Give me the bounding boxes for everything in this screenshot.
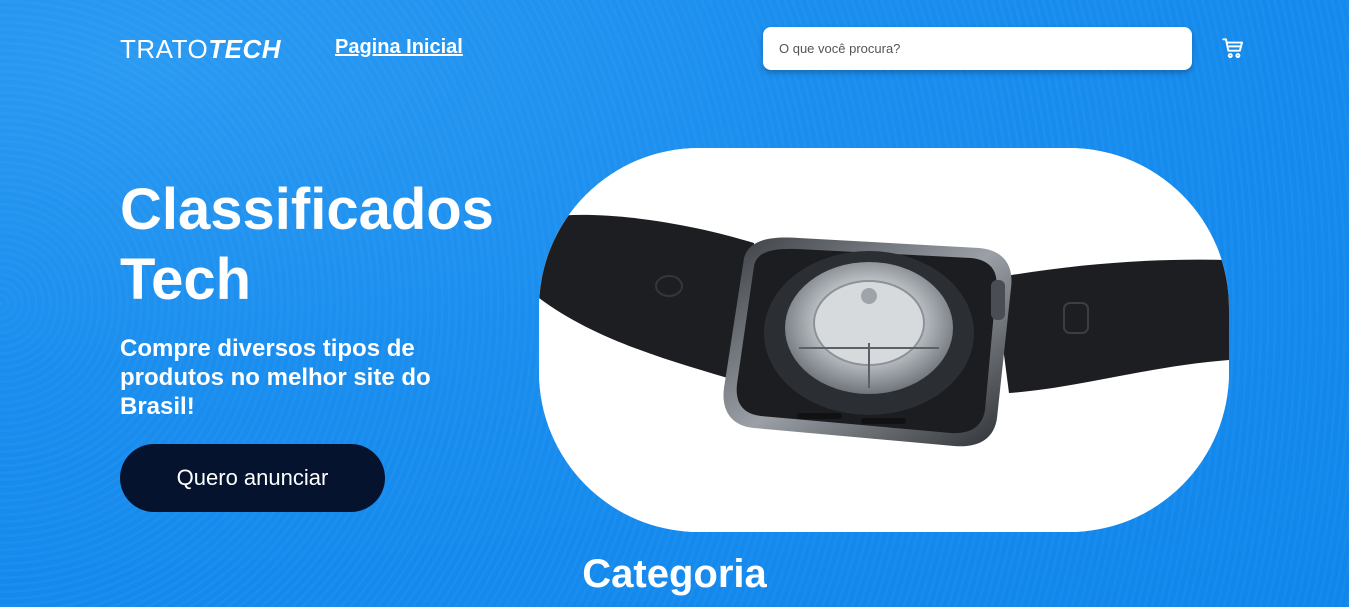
category-section-title: Categoria	[582, 552, 767, 596]
site-header: TRATOTECH Pagina Inicial	[0, 0, 1349, 96]
nav-link-home[interactable]: Pagina Inicial	[335, 36, 463, 59]
hero-product-image	[539, 148, 1229, 532]
search-input[interactable]	[763, 27, 1192, 70]
smartwatch-back-photo	[539, 148, 1229, 532]
logo-text-trato: TRATO	[120, 34, 209, 64]
hero-title: Classificados Tech	[120, 177, 494, 312]
shopping-cart-icon[interactable]	[1220, 35, 1246, 61]
advertise-button[interactable]: Quero anunciar	[120, 444, 385, 512]
logo-text-tech: TECH	[208, 34, 281, 64]
site-logo[interactable]: TRATOTECH	[120, 34, 281, 65]
hero-subtitle: Compre diversos tipos de produtos no mel…	[120, 335, 431, 420]
